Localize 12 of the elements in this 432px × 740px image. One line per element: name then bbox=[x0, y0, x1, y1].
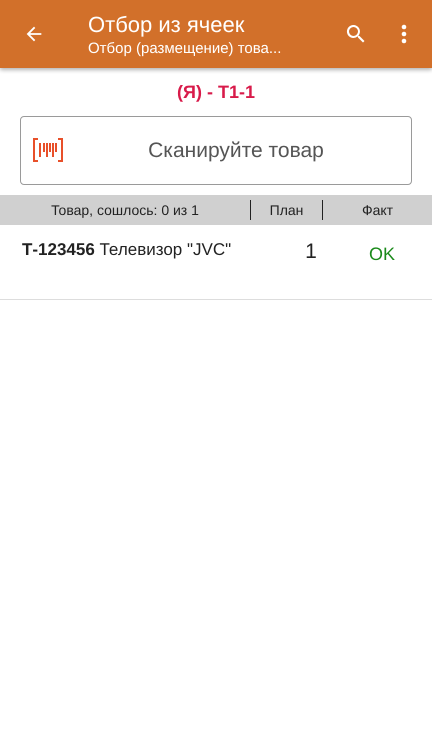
plan-quantity: 1 bbox=[304, 240, 318, 264]
item-name: Т-123456 Телевизор "JVC" bbox=[21, 240, 232, 260]
barcode-icon bbox=[33, 138, 63, 162]
column-header: Факт bbox=[322, 200, 432, 220]
scan-field[interactable]: Сканируйте товар bbox=[20, 116, 412, 185]
column-header: План bbox=[250, 200, 322, 220]
more-icon bbox=[401, 24, 407, 44]
fact-status: OK bbox=[368, 243, 396, 265]
cell-label: (Я) - Т1-1 bbox=[177, 82, 255, 102]
screen-subtitle: Отбор (размещение) това... bbox=[88, 40, 282, 56]
screen-title: Отбор из ячеек bbox=[88, 12, 246, 38]
column-header: Товар, сошлось: 0 из 1 bbox=[50, 201, 200, 220]
